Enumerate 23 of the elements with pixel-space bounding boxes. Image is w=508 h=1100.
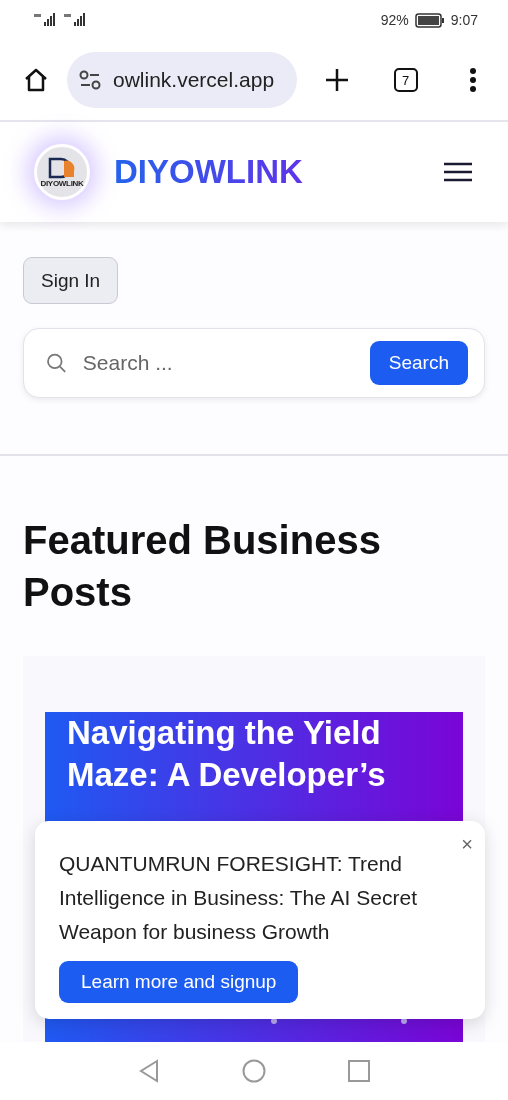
battery-icon (414, 12, 445, 28)
back-button[interactable] (138, 1059, 160, 1083)
menu-icon[interactable] (444, 162, 472, 182)
post-title[interactable]: Navigating the Yield Maze: A Developer’s (67, 711, 441, 796)
logo-mark-icon (47, 156, 77, 179)
clock: 9:07 (450, 12, 478, 28)
battery-percent: 92% (380, 12, 409, 28)
recents-button[interactable] (348, 1060, 370, 1082)
logo-text: DIYOWLINK (40, 178, 84, 188)
site-logo[interactable]: DIYOWLINK (34, 144, 90, 200)
promo-text: QUANTUMRUN FORESIGHT: Trend Intelligence in Business: The AI Secret Weapon for business Growth (59, 851, 418, 945)
section-heading: Featured Business Posts (23, 516, 382, 616)
sign-in-button[interactable]: Sign In (23, 257, 119, 304)
search-field[interactable]: Search ... Search (23, 328, 485, 398)
address-bar[interactable]: owlink.vercel.app (67, 52, 297, 108)
signup-button[interactable]: Learn more and signup (59, 961, 299, 1003)
signal-icon (32, 13, 88, 27)
url-text: owlink.vercel.app (113, 68, 275, 92)
more-icon[interactable] (468, 67, 477, 93)
site-settings-icon[interactable] (79, 70, 101, 90)
tab-count-button[interactable]: 7 (393, 68, 418, 92)
close-button[interactable]: × (457, 831, 477, 858)
search-button[interactable]: Search (369, 341, 468, 385)
